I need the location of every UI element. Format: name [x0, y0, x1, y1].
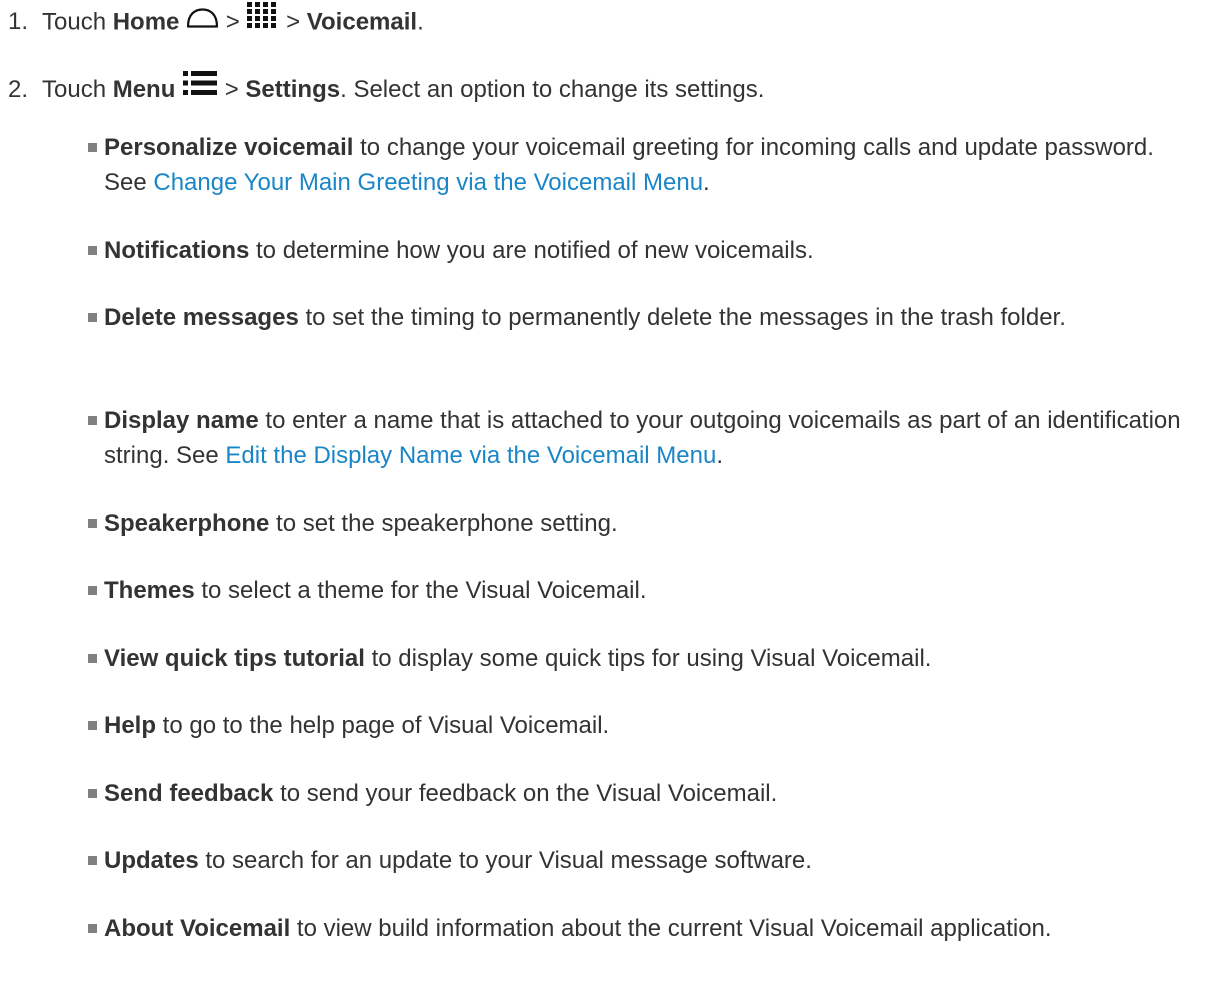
- step-1: 1. Touch Home > > Voicemail.: [8, 1, 424, 42]
- option-text: to set the timing to permanently delete …: [298, 304, 1066, 331]
- option-display-name: Display name to enter a name that is att…: [88, 403, 1194, 473]
- bullet-marker: [88, 721, 97, 730]
- option-term: Notifications: [104, 237, 250, 264]
- separator: >: [224, 76, 239, 103]
- option-personalize-voicemail: Personalize voicemail to change your voi…: [88, 130, 1194, 200]
- bullet-marker: [88, 654, 97, 663]
- option-term: Personalize voicemail: [104, 134, 354, 161]
- option-text: to search for an update to your Visual m…: [198, 847, 812, 874]
- option-term: About Voicemail: [104, 915, 291, 942]
- option-term: Themes: [104, 577, 195, 604]
- step-text: . Select an option to change its setting…: [340, 76, 765, 103]
- bullet-marker: [88, 586, 97, 595]
- bullet-marker: [88, 313, 97, 322]
- option-updates: Updates to search for an update to your …: [88, 843, 1194, 878]
- option-text: to display some quick tips for using Vis…: [364, 645, 932, 672]
- menu-icon: [182, 70, 218, 106]
- option-notifications: Notifications to determine how you are n…: [88, 233, 1194, 268]
- bullet-marker: [88, 519, 97, 528]
- edit-display-name-link[interactable]: Edit the Display Name via the Voicemail …: [225, 442, 716, 469]
- separator: >: [225, 8, 240, 36]
- bullet-marker: [88, 143, 97, 152]
- bullet-marker: [88, 416, 97, 425]
- bullet-marker: [88, 856, 97, 865]
- bullet-marker: [88, 789, 97, 798]
- bullet-marker: [88, 246, 97, 255]
- option-text: to send your feedback on the Visual Voic…: [273, 780, 778, 807]
- option-send-feedback: Send feedback to send your feedback on t…: [88, 776, 1194, 811]
- option-end: .: [703, 169, 710, 196]
- option-term: Updates: [104, 847, 199, 874]
- option-text: to select a theme for the Visual Voicema…: [194, 577, 647, 604]
- option-end: .: [716, 442, 723, 469]
- option-text: to set the speakerphone setting.: [269, 510, 618, 537]
- menu-label: Menu: [112, 76, 176, 103]
- instructions-page: 1. Touch Home > > Voicemail. 2. Touch Menu: [0, 0, 1218, 985]
- voicemail-label: Voicemail: [306, 8, 418, 36]
- option-term: View quick tips tutorial: [104, 645, 365, 672]
- option-term: Delete messages: [104, 304, 299, 331]
- option-themes: Themes to select a theme for the Visual …: [88, 573, 1194, 608]
- settings-label: Settings: [245, 76, 341, 103]
- step-end: .: [417, 8, 424, 36]
- bullet-marker: [88, 924, 97, 933]
- home-icon: [186, 3, 219, 38]
- step-number: 2.: [8, 76, 29, 103]
- step-touch: Touch: [42, 76, 107, 103]
- option-term: Display name: [104, 407, 259, 434]
- option-speakerphone: Speakerphone to set the speakerphone set…: [88, 506, 1194, 541]
- option-text: to go to the help page of Visual Voicema…: [156, 712, 610, 739]
- change-main-greeting-link[interactable]: Change Your Main Greeting via the Voicem…: [153, 169, 703, 196]
- option-text: to determine how you are notified of new…: [249, 237, 814, 264]
- option-term: Send feedback: [104, 780, 274, 807]
- separator: >: [286, 8, 301, 36]
- apps-grid-icon: [246, 1, 279, 39]
- option-term: Speakerphone: [104, 510, 270, 537]
- option-about-voicemail: About Voicemail to view build informatio…: [88, 911, 1194, 946]
- option-term: Help: [104, 712, 157, 739]
- step-touch: Touch: [42, 8, 107, 36]
- step-number: 1.: [8, 8, 29, 36]
- option-view-quick-tips: View quick tips tutorial to display some…: [88, 641, 1194, 676]
- home-label: Home: [112, 8, 180, 36]
- step-2: 2. Touch Menu > Settings. Select an optio…: [8, 70, 765, 109]
- option-text: to view build information about the curr…: [290, 915, 1052, 942]
- option-help: Help to go to the help page of Visual Vo…: [88, 708, 1194, 743]
- option-delete-messages: Delete messages to set the timing to per…: [88, 300, 1194, 335]
